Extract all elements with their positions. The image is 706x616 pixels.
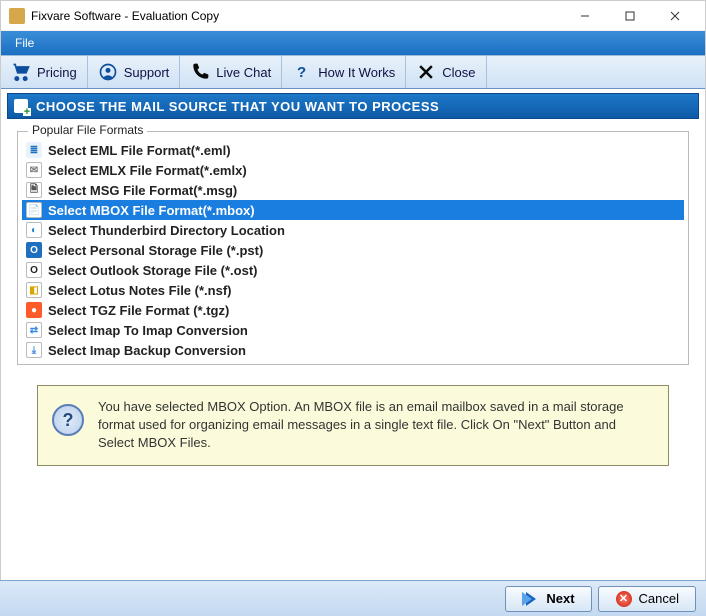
format-item-label: Select EML File Format(*.eml) xyxy=(48,143,231,158)
eml-icon: ≣ xyxy=(26,142,42,158)
minimize-button[interactable] xyxy=(562,2,607,30)
format-item-nsf[interactable]: ◧ Select Lotus Notes File (*.nsf) xyxy=(22,280,684,300)
maximize-button[interactable] xyxy=(607,2,652,30)
format-item-label: Select EMLX File Format(*.emlx) xyxy=(48,163,247,178)
msg-icon: 🗎 xyxy=(26,182,42,198)
format-item-label: Select MBOX File Format(*.mbox) xyxy=(48,203,255,218)
mbox-icon: 📄 xyxy=(26,202,42,218)
menubar: File xyxy=(1,31,705,55)
close-icon xyxy=(416,62,436,82)
format-list: ≣ Select EML File Format(*.eml) ✉ Select EM… xyxy=(22,140,684,360)
popular-file-formats-group: Popular File Formats ≣Select EML File Fo… xyxy=(17,131,689,365)
imap-icon: ⇄ xyxy=(26,322,42,338)
cart-icon xyxy=(11,62,31,82)
pst-icon: O xyxy=(26,242,42,258)
toolbar: Pricing Support Live Chat ? How It Works… xyxy=(1,55,705,89)
pricing-label: Pricing xyxy=(37,65,77,80)
format-item-imapbk[interactable]: ⤓ Select Imap Backup Conversion xyxy=(22,340,684,360)
next-label: Next xyxy=(546,591,574,606)
format-item-ost[interactable]: O Select Outlook Storage File (*.ost) xyxy=(22,260,684,280)
ost-icon: O xyxy=(26,262,42,278)
close-window-button[interactable] xyxy=(652,2,697,30)
format-item-label: Select Thunderbird Directory Location xyxy=(48,223,285,238)
popular-legend: Popular File Formats xyxy=(28,123,147,137)
cancel-button[interactable]: ✕ Cancel xyxy=(598,586,696,612)
close-button[interactable]: Close xyxy=(406,56,486,88)
cancel-icon: ✕ xyxy=(615,590,633,608)
format-item-label: Select Lotus Notes File (*.nsf) xyxy=(48,283,231,298)
tgz-icon: ● xyxy=(26,302,42,318)
svg-text:?: ? xyxy=(297,64,306,81)
footer-bar: Next ✕ Cancel xyxy=(0,580,706,616)
section-icon xyxy=(14,99,28,113)
section-title: CHOOSE THE MAIL SOURCE THAT YOU WANT TO … xyxy=(36,99,439,114)
format-item-emlx[interactable]: ✉ Select EMLX File Format(*.emlx) xyxy=(22,160,684,180)
info-panel: ? You have selected MBOX Option. An MBOX… xyxy=(37,385,669,466)
format-item-label: Select TGZ File Format (*.tgz) xyxy=(48,303,229,318)
window-title: Fixvare Software - Evaluation Copy xyxy=(31,9,562,23)
howitworks-label: How It Works xyxy=(318,65,395,80)
question-icon: ? xyxy=(292,62,312,82)
format-item-label: Select Imap Backup Conversion xyxy=(48,343,246,358)
tbird-icon: ◐ xyxy=(26,222,42,238)
emlx-icon: ✉ xyxy=(26,162,42,178)
format-item-tgz[interactable]: ● Select TGZ File Format (*.tgz) xyxy=(22,300,684,320)
section-header: CHOOSE THE MAIL SOURCE THAT YOU WANT TO … xyxy=(7,93,699,119)
support-icon xyxy=(98,62,118,82)
cancel-label: Cancel xyxy=(639,591,679,606)
next-button[interactable]: Next xyxy=(505,586,591,612)
livechat-button[interactable]: Live Chat xyxy=(180,56,282,88)
menu-file[interactable]: File xyxy=(7,34,42,52)
phone-icon xyxy=(190,62,210,82)
format-item-pst[interactable]: O Select Personal Storage File (*.pst) xyxy=(22,240,684,260)
support-button[interactable]: Support xyxy=(88,56,181,88)
format-item-label: Select Imap To Imap Conversion xyxy=(48,323,248,338)
format-item-imap[interactable]: ⇄ Select Imap To Imap Conversion xyxy=(22,320,684,340)
support-label: Support xyxy=(124,65,170,80)
info-text: You have selected MBOX Option. An MBOX f… xyxy=(98,398,654,453)
close-label: Close xyxy=(442,65,475,80)
app-icon xyxy=(9,8,25,24)
imapbk-icon: ⤓ xyxy=(26,342,42,358)
format-item-msg[interactable]: 🗎 Select MSG File Format(*.msg) xyxy=(22,180,684,200)
howitworks-button[interactable]: ? How It Works xyxy=(282,56,406,88)
livechat-label: Live Chat xyxy=(216,65,271,80)
pricing-button[interactable]: Pricing xyxy=(1,56,88,88)
format-item-label: Select Outlook Storage File (*.ost) xyxy=(48,263,257,278)
format-item-label: Select MSG File Format(*.msg) xyxy=(48,183,237,198)
info-icon: ? xyxy=(52,404,84,436)
format-item-tbird[interactable]: ◐ Select Thunderbird Directory Location xyxy=(22,220,684,240)
format-item-mbox[interactable]: 📄 Select MBOX File Format(*.mbox) xyxy=(22,200,684,220)
format-item-label: Select Personal Storage File (*.pst) xyxy=(48,243,263,258)
nsf-icon: ◧ xyxy=(26,282,42,298)
format-item-eml[interactable]: ≣ Select EML File Format(*.eml) xyxy=(22,140,684,160)
titlebar: Fixvare Software - Evaluation Copy xyxy=(1,1,705,31)
next-icon xyxy=(522,590,540,608)
